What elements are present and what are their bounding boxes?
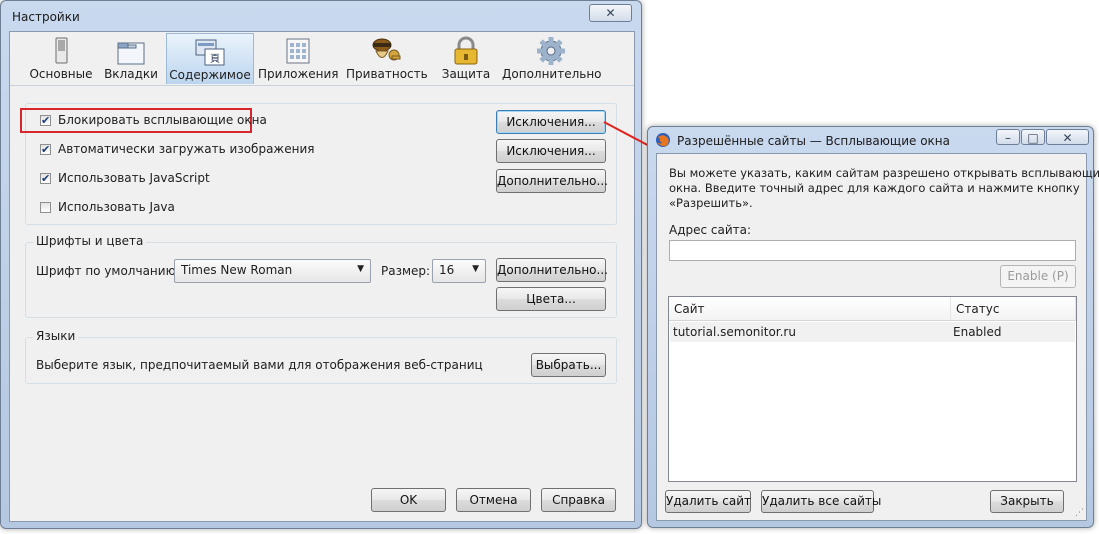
tab-tabs[interactable]: Вкладки <box>98 33 164 84</box>
languages-legend: Языки <box>33 329 79 343</box>
languages-description: Выберите язык, предпочитаемый вами для о… <box>36 358 483 372</box>
allowed-sites-window: Разрешённые сайты — Всплывающие окна – □… <box>647 126 1099 528</box>
font-size-dropdown[interactable]: 16 ▼ <box>432 259 486 283</box>
tab-content[interactable]: 頁 Содержимое <box>166 33 254 84</box>
close-dialog-button[interactable]: Закрыть <box>990 490 1064 513</box>
column-header-site[interactable]: Сайт <box>669 297 951 321</box>
settings-client-area: Основные Вкладки 頁 Содержимое Приложения… <box>9 31 635 522</box>
block-popups-label: Блокировать всплывающие окна <box>58 113 267 127</box>
colors-button[interactable]: Цвета... <box>496 287 606 311</box>
switch-icon <box>55 37 68 64</box>
ok-button[interactable]: OK <box>371 488 446 512</box>
images-exceptions-button[interactable]: Исключения... <box>496 139 606 163</box>
tab-content-label: Содержимое <box>169 68 251 82</box>
chevron-down-icon: ▼ <box>357 264 364 274</box>
maximize-button[interactable]: □ <box>1021 129 1045 145</box>
tab-privacy-label: Приватность <box>346 67 428 81</box>
description-line-3: «Разрешить». <box>669 196 753 210</box>
default-font-label: Шрифт по умолчанию: <box>36 264 180 278</box>
choose-language-button[interactable]: Выбрать... <box>531 353 606 377</box>
toolbar-separator <box>10 85 634 86</box>
fonts-colors-legend: Шрифты и цвета <box>33 234 147 248</box>
tab-applications[interactable]: Приложения <box>258 33 339 84</box>
block-popups-checkbox[interactable]: ✔ <box>40 115 51 126</box>
settings-close-button[interactable]: ✕ <box>589 4 632 22</box>
tab-privacy[interactable]: Приватность <box>346 33 428 84</box>
table-row[interactable]: tutorial.semonitor.ru Enabled <box>670 322 1075 342</box>
load-images-label: Автоматически загружать изображения <box>58 142 315 156</box>
svg-text:頁: 頁 <box>210 53 220 65</box>
address-input[interactable] <box>669 240 1076 261</box>
default-font-dropdown[interactable]: Times New Roman ▼ <box>174 259 371 283</box>
javascript-label: Использовать JavaScript <box>58 171 210 185</box>
popup-exceptions-button[interactable]: Исключения... <box>496 110 606 134</box>
gear-icon <box>537 37 565 65</box>
tab-advanced-label: Дополнительно <box>502 67 602 81</box>
tab-applications-label: Приложения <box>258 67 339 81</box>
description-line-2: окна. Введите точный адрес для каждого с… <box>669 181 1080 195</box>
column-header-status[interactable]: Статус <box>951 297 1076 321</box>
remove-all-sites-button[interactable]: Удалить все сайты <box>761 490 881 513</box>
tabs-icon <box>117 42 145 65</box>
tab-advanced[interactable]: Дополнительно <box>502 33 602 84</box>
fonts-advanced-button[interactable]: Дополнительно... <box>496 258 608 282</box>
settings-window-title: Настройки <box>12 10 80 24</box>
content-icon: 頁 <box>195 39 225 66</box>
chevron-down-icon: ▼ <box>472 264 479 274</box>
address-label: Адрес сайта: <box>669 223 752 237</box>
default-font-value: Times New Roman <box>181 263 293 277</box>
load-images-checkbox[interactable]: ✔ <box>40 144 51 155</box>
allowed-close-button[interactable]: ✕ <box>1046 129 1089 145</box>
description-line-1: Вы можете указать, каким сайтам разрешен… <box>669 166 1099 180</box>
cancel-button[interactable]: Отмена <box>456 488 531 512</box>
settings-window: Настройки ✕ Основные Вкладки 頁 Содержимо… <box>0 0 642 529</box>
resize-grip-icon[interactable]: ⋰ <box>1075 508 1084 518</box>
java-label: Использовать Java <box>58 200 175 214</box>
allowed-sites-title: Разрешённые сайты — Всплывающие окна <box>677 134 950 148</box>
tab-general-label: Основные <box>29 67 93 81</box>
row-status: Enabled <box>953 325 1002 339</box>
tab-tabs-label: Вкладки <box>104 67 158 81</box>
font-size-value: 16 <box>439 263 455 277</box>
javascript-checkbox[interactable]: ✔ <box>40 173 51 184</box>
remove-site-button[interactable]: Удалить сайт <box>665 490 751 513</box>
tab-general[interactable]: Основные <box>26 33 96 84</box>
allowed-client-area: Вы можете указать, каким сайтам разрешен… <box>656 153 1099 521</box>
tab-security[interactable]: Защита <box>430 33 502 84</box>
javascript-advanced-button[interactable]: Дополнительно... <box>496 169 608 193</box>
privacy-mask-icon <box>372 38 401 61</box>
sites-list[interactable]: Сайт Статус tutorial.semonitor.ru Enable… <box>668 296 1077 482</box>
java-checkbox[interactable] <box>40 202 51 213</box>
applications-icon <box>286 38 310 64</box>
help-button[interactable]: Справка <box>541 488 616 512</box>
font-size-label: Размер: <box>381 264 431 278</box>
tab-security-label: Защита <box>441 67 491 81</box>
row-site: tutorial.semonitor.ru <box>673 325 796 339</box>
firefox-icon <box>656 133 670 147</box>
padlock-icon <box>454 36 478 65</box>
enable-button[interactable]: Enable (P) <box>1000 265 1076 288</box>
minimize-button[interactable]: – <box>996 129 1020 145</box>
